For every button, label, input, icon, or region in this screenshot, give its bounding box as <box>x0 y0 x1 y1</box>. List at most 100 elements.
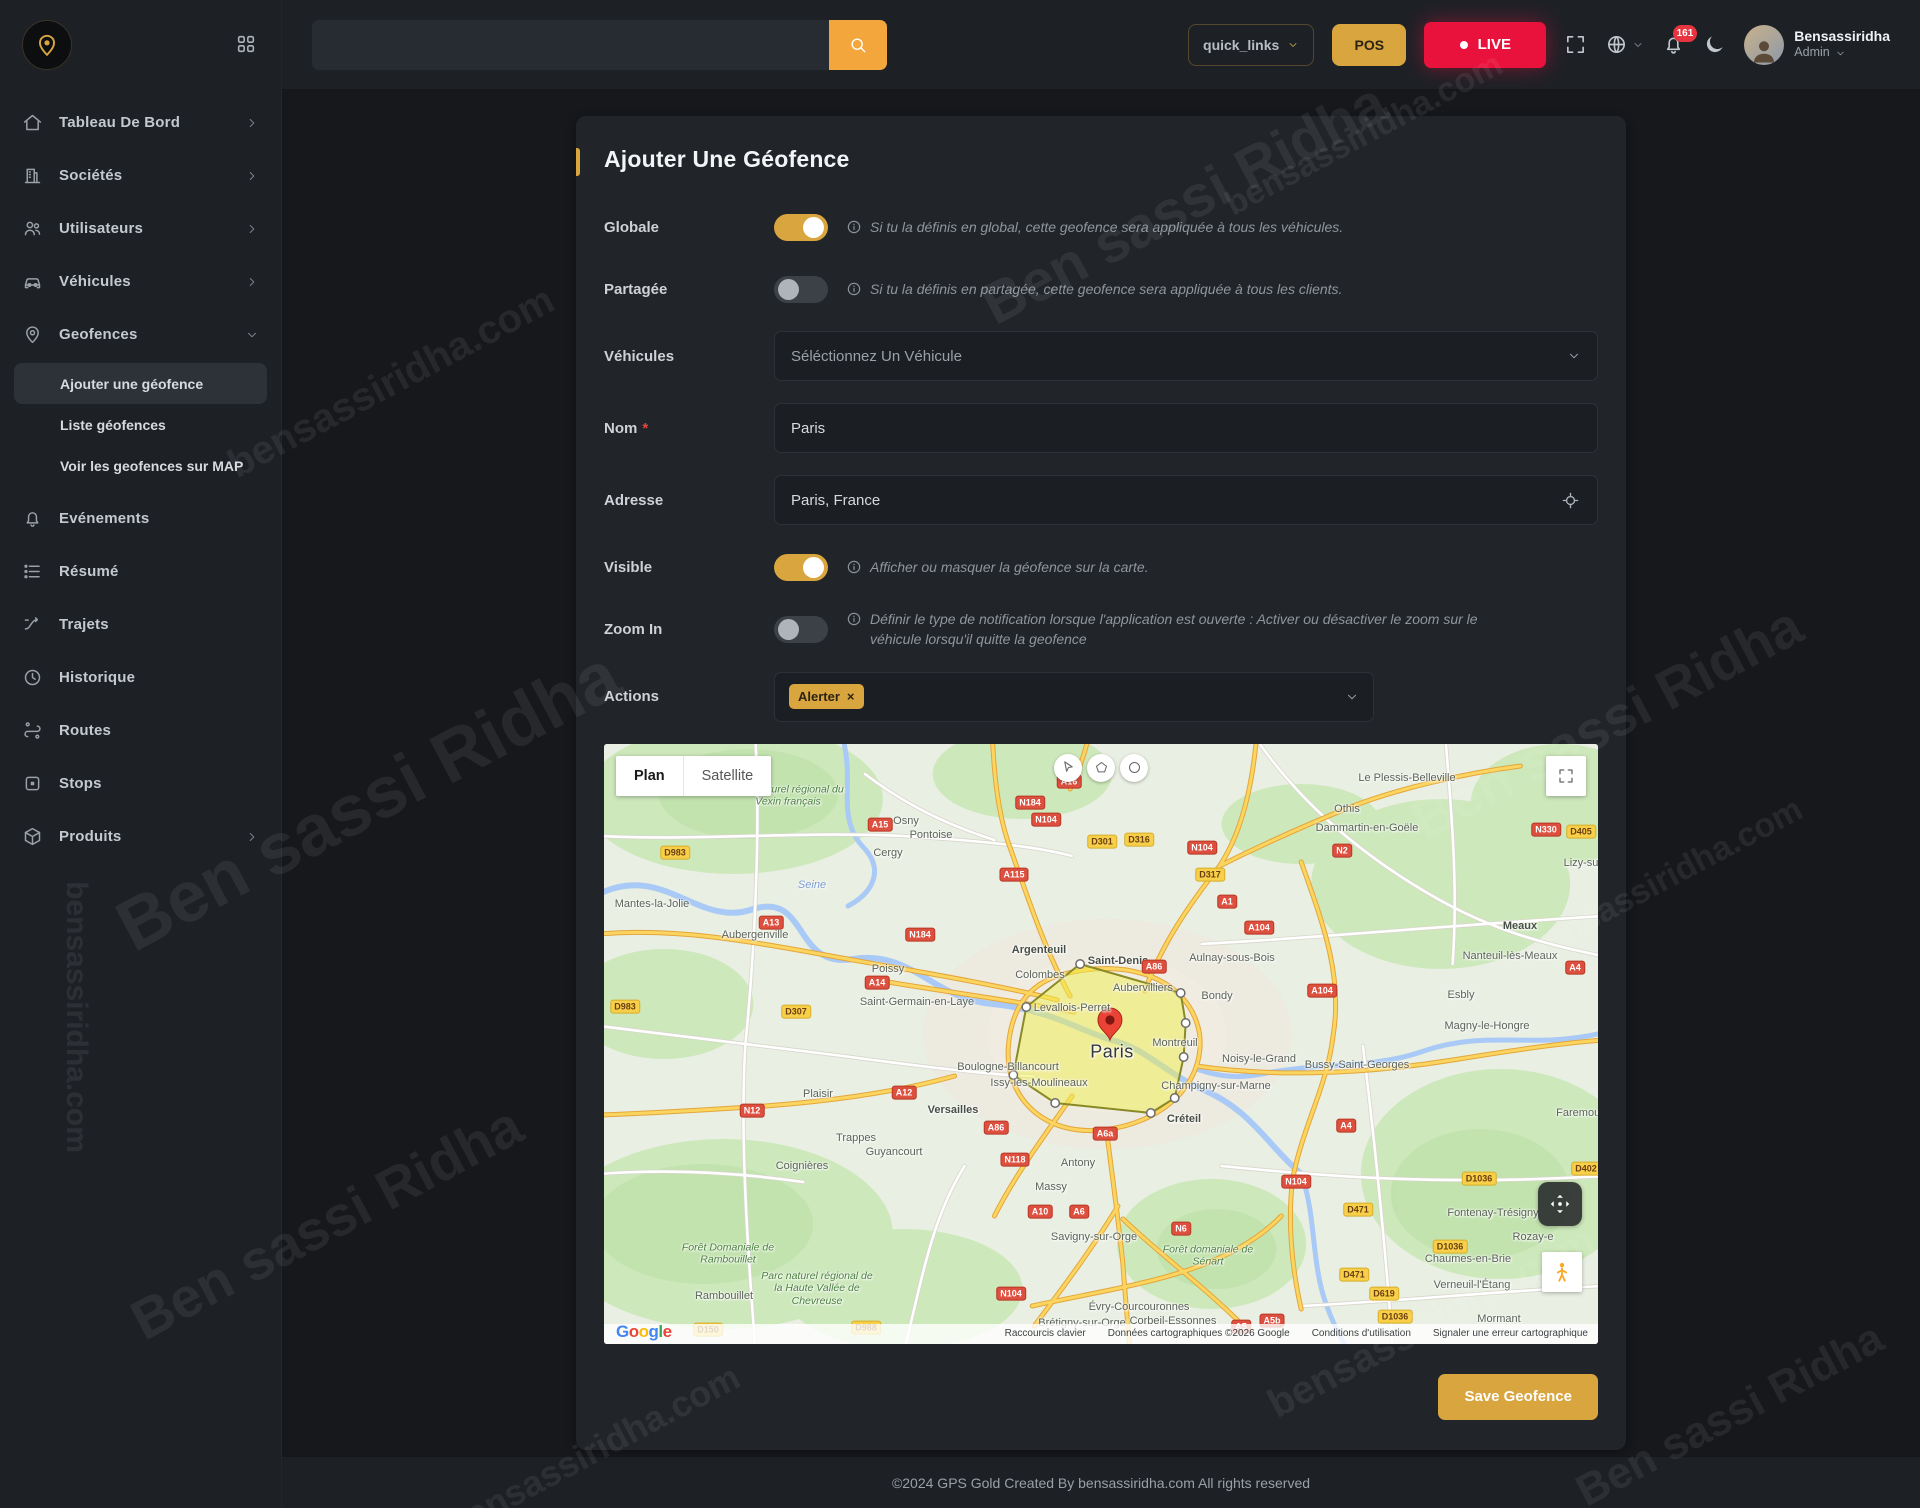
map-shortcuts-link[interactable]: Raccourcis clavier <box>1005 1328 1086 1339</box>
pegman-icon <box>1556 1262 1568 1282</box>
notifications-button[interactable]: 161 <box>1662 25 1698 56</box>
globale-toggle[interactable] <box>774 213 828 241</box>
search-input[interactable] <box>312 19 829 70</box>
quick-links-button[interactable]: quick_links <box>1188 23 1315 66</box>
map-label: Argenteuil <box>1011 943 1067 956</box>
sidebar-item-historique[interactable]: Historique <box>0 651 281 704</box>
sidebar-item-vehicules[interactable]: Véhicules <box>0 255 281 308</box>
sidebar-item-evenements[interactable]: Evénements <box>0 492 281 545</box>
chevron-down-icon <box>1570 353 1578 359</box>
sidebar-item-routes[interactable]: Routes <box>0 704 281 757</box>
map-plan-button[interactable]: Plan <box>616 755 683 796</box>
sidebar-subitem-liste-geofences[interactable]: Liste géofences <box>0 404 281 445</box>
map-terms-link[interactable]: Conditions d'utilisation <box>1312 1328 1411 1339</box>
notification-badge: 161 <box>1672 25 1698 42</box>
map-label: Rozay-e <box>1512 1230 1554 1243</box>
add-geofence-card: Ajouter Une Géofence Globale Si tu la dé… <box>576 116 1626 1450</box>
geofence-map[interactable]: Parc naturel régional du Vexin français O… <box>604 743 1598 1344</box>
language-icon <box>1608 36 1626 53</box>
sidebar-subitem-ajouter-geofence[interactable]: Ajouter une géofence <box>14 363 267 404</box>
map-report-link[interactable]: Signaler une erreur cartographique <box>1433 1328 1588 1339</box>
pos-button[interactable]: POS <box>1332 23 1407 66</box>
sidebar-subitem-geofences-map[interactable]: Voir les geofences sur MAP <box>0 445 281 486</box>
road-shield: A104 <box>1244 920 1274 935</box>
sidebar-item-label: Produits <box>59 828 122 845</box>
sidebar-item-label: Historique <box>59 669 136 686</box>
person-icon <box>1754 40 1775 62</box>
adresse-input[interactable] <box>775 476 1551 524</box>
fullscreen-icon <box>1567 36 1585 53</box>
map-label: Chaumes-en-Brie <box>1424 1252 1512 1265</box>
sidebar-item-stops[interactable]: Stops <box>0 757 281 810</box>
dark-mode-button[interactable] <box>1703 33 1726 56</box>
map-label: Osny <box>893 814 919 827</box>
sidebar-item-produits[interactable]: Produits <box>0 810 281 863</box>
map-label: Rambouillet <box>694 1289 754 1302</box>
map-label: Antony <box>1060 1156 1096 1169</box>
map-label: Seine <box>797 878 827 891</box>
sidebar-item-societes[interactable]: Sociétés <box>0 149 281 202</box>
sidebar-item-resume[interactable]: Résumé <box>0 545 281 598</box>
action-tag-label: Alerter <box>798 689 840 705</box>
sidebar-item-label: Trajets <box>59 616 109 633</box>
circle-tool-button[interactable] <box>1120 753 1148 782</box>
map-fullscreen-button[interactable] <box>1546 755 1586 796</box>
user-role-label: Admin <box>1794 45 1830 60</box>
map-pan-button[interactable] <box>1538 1181 1582 1226</box>
map-label: Évry-Courcouronnes <box>1088 1300 1190 1313</box>
map-label: Poissy <box>871 962 905 975</box>
sidebar-item-label: Evénements <box>59 510 150 527</box>
map-label: Faremoutie <box>1556 1106 1598 1119</box>
map-label: Mantes-la-Jolie <box>614 897 690 910</box>
road-shield: D983 <box>610 999 640 1014</box>
road-shield: D316 <box>1124 832 1154 847</box>
road-shield: N12 <box>739 1103 765 1118</box>
polygon-icon <box>1095 762 1107 773</box>
sidebar-item-dashboard[interactable]: Tableau De Bord <box>0 96 281 149</box>
actions-multiselect[interactable]: Alerter × <box>774 671 1374 722</box>
pegman-button[interactable] <box>1542 1251 1582 1292</box>
language-button[interactable] <box>1605 33 1644 56</box>
apps-grid-icon[interactable] <box>235 33 257 58</box>
user-menu[interactable]: Bensassiridha Admin <box>1744 24 1890 65</box>
visible-toggle[interactable] <box>774 553 828 581</box>
map-type-control: Plan Satellite <box>616 755 772 796</box>
live-button[interactable]: LIVE <box>1424 21 1547 68</box>
globale-help: Si tu la définis en global, cette geofen… <box>846 217 1343 237</box>
sidebar-item-utilisateurs[interactable]: Utilisateurs <box>0 202 281 255</box>
map-label: Aubergenville <box>721 928 789 941</box>
pan-tool-button[interactable] <box>1054 753 1082 782</box>
map-label: Noisy-le-Grand <box>1222 1052 1296 1065</box>
locate-button[interactable] <box>1551 481 1589 519</box>
nom-input[interactable] <box>775 404 1589 452</box>
road-shield: N330 <box>1531 822 1561 837</box>
moon-icon <box>1707 36 1723 53</box>
chevron-right-icon <box>249 224 255 233</box>
products-icon <box>24 827 41 846</box>
map-satellite-button[interactable]: Satellite <box>682 755 772 796</box>
save-geofence-button[interactable]: Save Geofence <box>1438 1373 1598 1420</box>
map-label: Magny-le-Hongre <box>1444 1019 1530 1032</box>
stop-icon <box>25 776 40 791</box>
road-shield: D301 <box>1087 834 1117 849</box>
road-shield: A6a <box>1092 1126 1118 1141</box>
sidebar-item-label: Routes <box>59 722 112 739</box>
fullscreen-button[interactable] <box>1564 33 1587 56</box>
sidebar-item-trajets[interactable]: Trajets <box>0 598 281 651</box>
map-label: Parc naturel régional de la Haute Vallée… <box>761 1269 873 1307</box>
info-icon <box>847 282 861 296</box>
zoom-in-toggle[interactable] <box>774 615 828 643</box>
vehicules-select[interactable]: Séléctionnez Un Véhicule <box>774 331 1598 381</box>
trips-icon <box>24 617 39 630</box>
map-label: Fontenay-Trésigny <box>1447 1206 1539 1219</box>
road-shield: A86 <box>1141 959 1167 974</box>
polygon-tool-button[interactable] <box>1087 753 1115 782</box>
partagee-toggle[interactable] <box>774 275 828 303</box>
app-root: Tableau De Bord Sociétés Utilisateurs Vé… <box>0 0 1920 1508</box>
sidebar-item-geofences[interactable]: Geofences <box>0 308 281 361</box>
map-label: Forêt Domaniale de Rambouillet <box>681 1241 775 1266</box>
map-label: Savigny-sur-Orge <box>1050 1230 1138 1243</box>
search-button[interactable] <box>829 19 887 70</box>
remove-tag-icon[interactable]: × <box>847 690 855 703</box>
adresse-input-wrap <box>774 475 1598 525</box>
